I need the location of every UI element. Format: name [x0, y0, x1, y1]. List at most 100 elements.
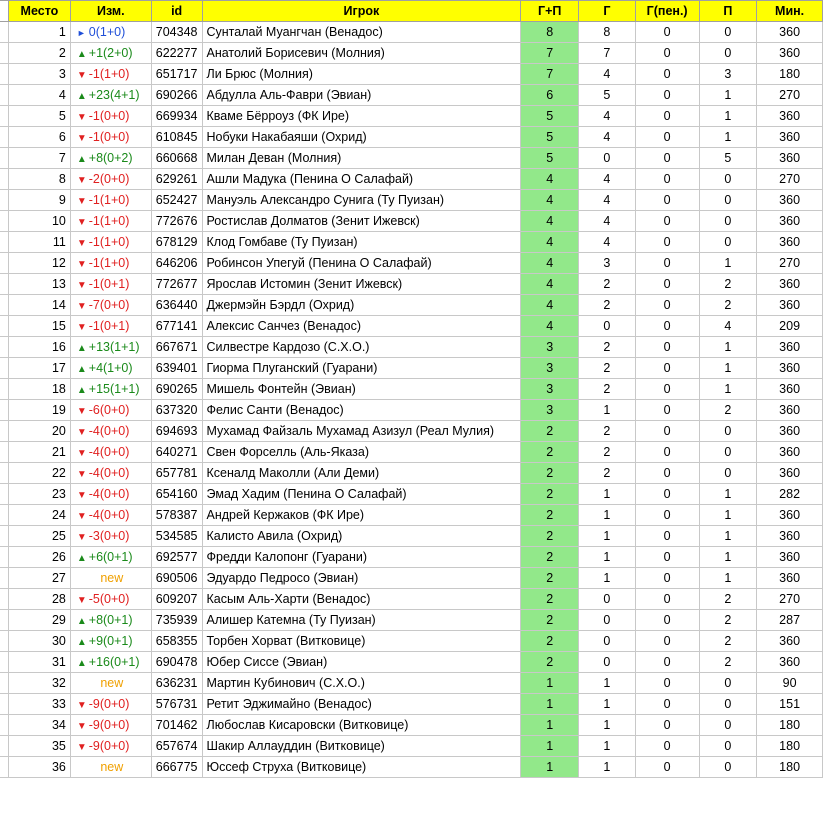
place-cell[interactable]: 34 [8, 714, 71, 736]
table-row[interactable]: 1 ► 0(1+0) 704348 Сунталай Муангчан (Венадос… [0, 21, 823, 43]
change-cell[interactable]: ▼ -1(1+0) [69, 210, 152, 232]
place-cell[interactable]: 17 [8, 357, 71, 379]
minutes-cell[interactable]: 180 [756, 714, 823, 736]
minutes-cell[interactable]: 270 [756, 252, 823, 274]
place-cell[interactable]: 9 [8, 189, 71, 211]
place-cell[interactable]: 7 [8, 147, 71, 169]
change-cell[interactable]: ▲ +4(1+0) [69, 357, 152, 379]
penalty-goals-cell[interactable]: 0 [634, 357, 700, 379]
place-cell[interactable]: 14 [8, 294, 71, 316]
change-cell[interactable]: ▼ -1(0+1) [69, 273, 152, 295]
change-cell[interactable]: ▼ -1(1+0) [69, 63, 152, 85]
player-cell[interactable]: Милан Деван (Молния) [201, 147, 522, 169]
change-cell[interactable]: ▲ +15(1+1) [69, 378, 152, 400]
goals-cell[interactable]: 1 [578, 693, 636, 715]
player-cell[interactable]: Мишель Фонтейн (Эвиан) [201, 378, 522, 400]
minutes-cell[interactable]: 360 [756, 630, 823, 652]
minutes-cell[interactable]: 209 [756, 315, 823, 337]
id-cell[interactable]: 690506 [150, 567, 203, 589]
goals-cell[interactable]: 4 [578, 63, 636, 85]
goals-plus-assists-cell[interactable]: 4 [520, 252, 580, 274]
change-cell[interactable]: new [69, 756, 152, 778]
table-row[interactable]: 34 ▼ -9(0+0) 701462 Любослав Кисаровски (Вит… [0, 714, 823, 736]
goals-plus-assists-cell[interactable]: 2 [520, 420, 580, 442]
table-row[interactable]: 24 ▼ -4(0+0) 578387 Андрей Кержаков (ФК Ире)… [0, 504, 823, 526]
goals-plus-assists-cell[interactable]: 2 [520, 483, 580, 505]
player-cell[interactable]: Андрей Кержаков (ФК Ире) [201, 504, 522, 526]
minutes-cell[interactable]: 360 [756, 21, 823, 43]
player-cell[interactable]: Абдулла Аль-Фаври (Эвиан) [201, 84, 522, 106]
penalty-goals-cell[interactable]: 0 [634, 504, 700, 526]
penalty-goals-cell[interactable]: 0 [634, 168, 700, 190]
goals-cell[interactable]: 5 [578, 84, 636, 106]
goals-cell[interactable]: 1 [578, 567, 636, 589]
id-cell[interactable]: 640271 [150, 441, 203, 463]
penalty-goals-cell[interactable]: 0 [634, 21, 700, 43]
goals-cell[interactable]: 2 [578, 294, 636, 316]
id-cell[interactable]: 772677 [150, 273, 203, 295]
header-goals-plus-assists[interactable]: Г+П [520, 0, 580, 22]
penalty-goals-cell[interactable]: 0 [634, 714, 700, 736]
assists-cell[interactable]: 2 [698, 588, 758, 610]
header-id[interactable]: id [150, 0, 203, 22]
goals-plus-assists-cell[interactable]: 3 [520, 357, 580, 379]
goals-cell[interactable]: 0 [578, 651, 636, 673]
player-cell[interactable]: Шакир Аллауддин (Витковице) [201, 735, 522, 757]
assists-cell[interactable]: 0 [698, 672, 758, 694]
player-cell[interactable]: Мухамад Файзаль Мухамад Азизул (Реал Мул… [201, 420, 522, 442]
player-cell[interactable]: Касым Аль-Харти (Венадос) [201, 588, 522, 610]
goals-cell[interactable]: 2 [578, 357, 636, 379]
goals-plus-assists-cell[interactable]: 5 [520, 105, 580, 127]
table-row[interactable]: 25 ▼ -3(0+0) 534585 Калисто Авила (Охрид) 2 1 0… [0, 525, 823, 547]
goals-cell[interactable]: 1 [578, 399, 636, 421]
change-cell[interactable]: ▼ -9(0+0) [69, 714, 152, 736]
assists-cell[interactable]: 1 [698, 483, 758, 505]
minutes-cell[interactable]: 270 [756, 84, 823, 106]
penalty-goals-cell[interactable]: 0 [634, 735, 700, 757]
table-row[interactable]: 21 ▼ -4(0+0) 640271 Свен Форселль (Аль-Яказа… [0, 441, 823, 463]
penalty-goals-cell[interactable]: 0 [634, 315, 700, 337]
minutes-cell[interactable]: 282 [756, 483, 823, 505]
id-cell[interactable]: 772676 [150, 210, 203, 232]
penalty-goals-cell[interactable]: 0 [634, 567, 700, 589]
change-cell[interactable]: ▼ -4(0+0) [69, 420, 152, 442]
change-cell[interactable]: ▼ -1(0+1) [69, 315, 152, 337]
goals-cell[interactable]: 2 [578, 378, 636, 400]
header-player[interactable]: Игрок [201, 0, 522, 22]
goals-plus-assists-cell[interactable]: 7 [520, 42, 580, 64]
minutes-cell[interactable]: 360 [756, 546, 823, 568]
id-cell[interactable]: 657781 [150, 462, 203, 484]
assists-cell[interactable]: 1 [698, 525, 758, 547]
change-cell[interactable]: ▲ +9(0+1) [69, 630, 152, 652]
table-row[interactable]: 9 ▼ -1(1+0) 652427 Мануэль Александро Сунига… [0, 189, 823, 211]
minutes-cell[interactable]: 360 [756, 189, 823, 211]
change-cell[interactable]: ▼ -6(0+0) [69, 399, 152, 421]
place-cell[interactable]: 25 [8, 525, 71, 547]
penalty-goals-cell[interactable]: 0 [634, 525, 700, 547]
id-cell[interactable]: 694693 [150, 420, 203, 442]
place-cell[interactable]: 24 [8, 504, 71, 526]
table-row[interactable]: 12 ▼ -1(1+0) 646206 Робинсон Упегуй (Пенина … [0, 252, 823, 274]
goals-cell[interactable]: 2 [578, 441, 636, 463]
header-minutes[interactable]: Мин. [756, 0, 823, 22]
goals-cell[interactable]: 2 [578, 336, 636, 358]
goals-cell[interactable]: 0 [578, 315, 636, 337]
table-row[interactable]: 16 ▲ +13(1+1) 667671 Силвестре Кардозо (С.Х.… [0, 336, 823, 358]
table-row[interactable]: 30 ▲ +9(0+1) 658355 Торбен Хорват (Витковице… [0, 630, 823, 652]
table-row[interactable]: 4 ▲ +23(4+1) 690266 Абдулла Аль-Фаври (Эвиан… [0, 84, 823, 106]
minutes-cell[interactable]: 360 [756, 378, 823, 400]
id-cell[interactable]: 576731 [150, 693, 203, 715]
penalty-goals-cell[interactable]: 0 [634, 210, 700, 232]
id-cell[interactable]: 658355 [150, 630, 203, 652]
goals-plus-assists-cell[interactable]: 4 [520, 210, 580, 232]
assists-cell[interactable]: 0 [698, 231, 758, 253]
assists-cell[interactable]: 1 [698, 546, 758, 568]
change-cell[interactable]: ▼ -4(0+0) [69, 504, 152, 526]
goals-cell[interactable]: 1 [578, 714, 636, 736]
table-row[interactable]: 26 ▲ +6(0+1) 692577 Фредди Калопонг (Гуарани… [0, 546, 823, 568]
place-cell[interactable]: 20 [8, 420, 71, 442]
change-cell[interactable]: ▲ +8(0+2) [69, 147, 152, 169]
table-row[interactable]: 2 ▲ +1(2+0) 622277 Анатолий Борисевич (Молни… [0, 42, 823, 64]
assists-cell[interactable]: 2 [698, 294, 758, 316]
place-cell[interactable]: 10 [8, 210, 71, 232]
